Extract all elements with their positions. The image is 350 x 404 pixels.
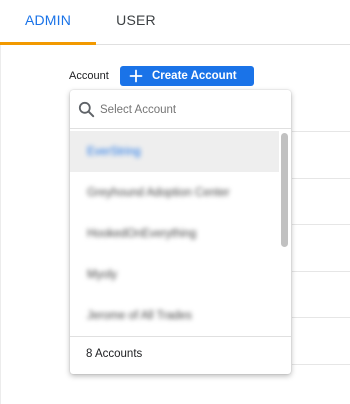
account-list-item[interactable]: Greyhound Adoption Center [70,172,279,213]
search-row [70,90,291,128]
row-divider [292,317,350,318]
account-name: Myoly [87,268,118,281]
create-account-button[interactable]: Create Account [120,66,254,86]
create-account-label: Create Account [152,70,237,82]
account-name: Greyhound Adoption Center [87,186,230,199]
account-list-item[interactable]: HookedOnEverything [70,213,279,254]
account-name: HookedOnEverything [87,227,197,240]
account-dropdown: EverString Greyhound Adoption Center Hoo… [70,90,291,374]
account-list-item[interactable]: Myoly [70,254,279,295]
account-name: EverString [87,145,141,158]
content-left-border [0,45,1,404]
row-divider [292,131,350,132]
tab-bar: ADMIN USER [0,0,350,45]
tab-admin[interactable]: ADMIN [0,0,96,45]
account-list-item[interactable]: EverString [70,131,279,172]
account-count: 8 Accounts [86,348,143,360]
row-divider [292,364,350,365]
row-divider [292,271,350,272]
divider [70,336,291,337]
divider [70,128,291,129]
account-label: Account [69,70,109,82]
scrollbar-thumb[interactable] [281,133,288,247]
row-divider [292,178,350,179]
account-list-scrollbar[interactable] [279,131,291,336]
account-list: EverString Greyhound Adoption Center Hoo… [70,131,279,336]
account-list-item[interactable]: Jerome of All Trades [70,295,279,336]
account-name: Jerome of All Trades [87,309,192,322]
account-search-input[interactable] [100,100,280,120]
tab-user[interactable]: USER [96,0,176,42]
row-divider [292,224,350,225]
search-icon [78,101,95,118]
plus-icon [129,69,143,83]
